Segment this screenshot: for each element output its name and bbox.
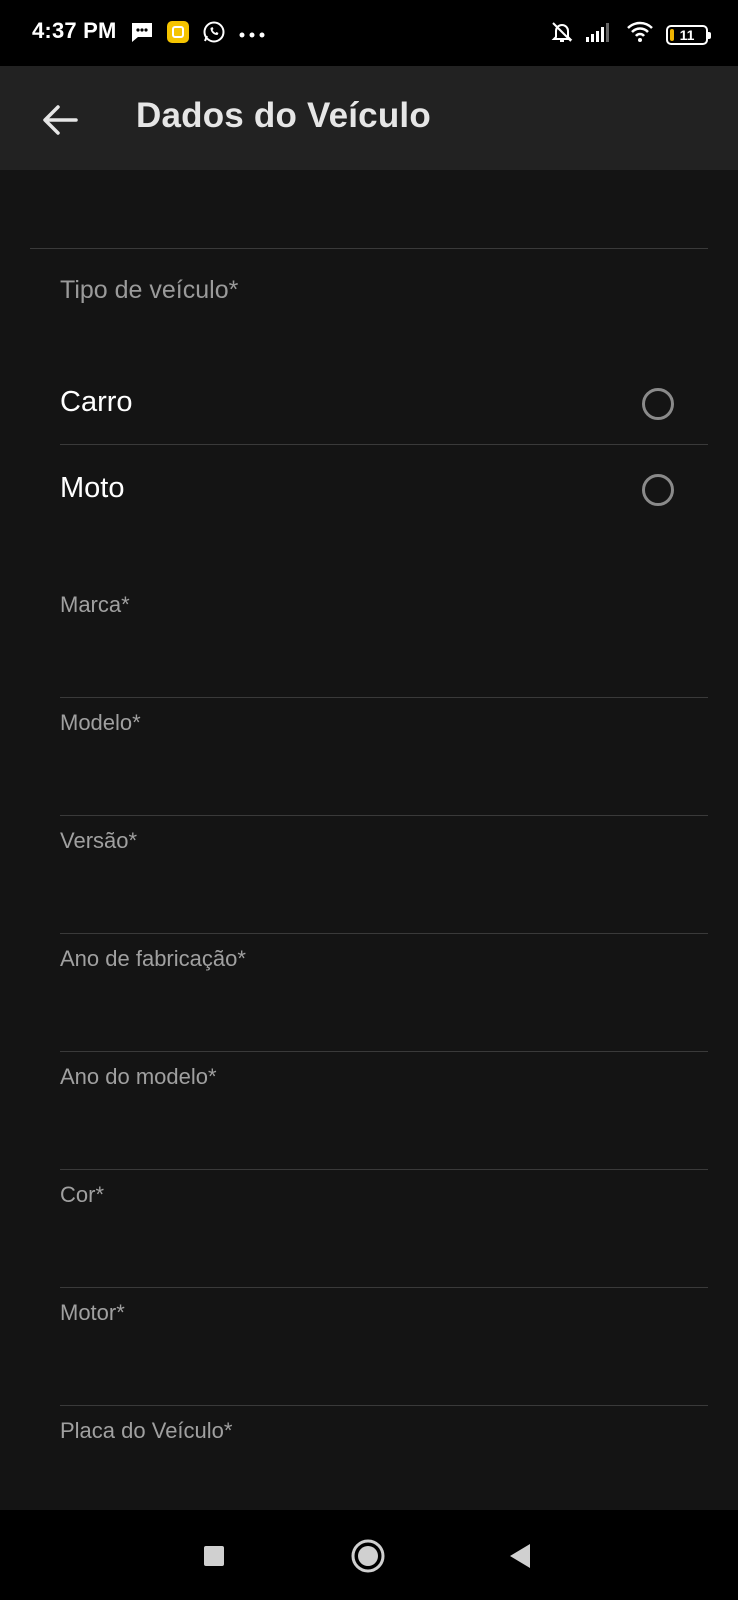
field-label: Ano de fabricação*	[60, 946, 246, 971]
radio-button[interactable]	[642, 388, 674, 420]
radio-label: Carro	[60, 386, 133, 418]
notification-icons	[130, 20, 266, 49]
app-bar: Dados do Veículo	[0, 66, 738, 170]
battery-icon: 11	[666, 24, 711, 45]
arrow-left-icon	[36, 105, 84, 148]
back-button[interactable]	[36, 96, 84, 144]
marca-input[interactable]	[60, 630, 708, 686]
ano-fabricacao-input[interactable]	[60, 984, 708, 1040]
message-icon	[130, 21, 154, 48]
field-modelo[interactable]: Modelo*	[60, 698, 708, 816]
app-notification-icon	[166, 20, 190, 49]
field-label: Modelo*	[60, 710, 141, 735]
field-ano-fabricacao[interactable]: Ano de fabricação*	[60, 934, 708, 1052]
field-label: Motor*	[60, 1300, 125, 1325]
field-label: Ano do modelo*	[60, 1064, 217, 1089]
divider	[60, 444, 708, 445]
more-dots-icon	[238, 26, 266, 44]
status-bar: 4:37 PM 11	[0, 0, 738, 66]
page-title: Dados do Veículo	[136, 96, 431, 135]
field-label: Cor*	[60, 1182, 105, 1207]
field-placa[interactable]: Placa do Veículo*	[60, 1406, 708, 1524]
whatsapp-icon	[202, 20, 226, 49]
field-label: Versão*	[60, 828, 138, 853]
radio-button[interactable]	[642, 474, 674, 506]
field-cor[interactable]: Cor*	[60, 1170, 708, 1288]
field-versao[interactable]: Versão*	[60, 816, 708, 934]
ano-modelo-input[interactable]	[60, 1102, 708, 1158]
radio-option-moto[interactable]: Moto	[60, 448, 708, 528]
home-button[interactable]	[344, 1532, 392, 1580]
field-marca[interactable]: Marca*	[60, 580, 708, 698]
status-time: 4:37 PM	[32, 18, 117, 43]
radio-option-carro[interactable]: Carro	[60, 362, 708, 442]
field-motor[interactable]: Motor*	[60, 1288, 708, 1406]
bell-off-icon	[550, 20, 574, 49]
signal-icon	[586, 22, 614, 47]
radio-label: Moto	[60, 472, 125, 504]
recent-apps-icon	[190, 1546, 238, 1584]
motor-input[interactable]	[60, 1338, 708, 1394]
divider	[30, 248, 708, 249]
modelo-input[interactable]	[60, 748, 708, 804]
placa-input[interactable]	[60, 1456, 708, 1512]
recent-apps-button[interactable]	[190, 1532, 238, 1580]
nav-back-button[interactable]	[496, 1532, 544, 1580]
back-triangle-icon	[496, 1544, 544, 1584]
wifi-icon	[626, 21, 654, 48]
system-icons: 11	[550, 20, 711, 49]
battery-level: 11	[679, 26, 695, 43]
field-label: Marca*	[60, 592, 130, 617]
field-label: Placa do Veículo*	[60, 1418, 233, 1443]
versao-input[interactable]	[60, 866, 708, 922]
field-ano-modelo[interactable]: Ano do modelo*	[60, 1052, 708, 1170]
vehicle-type-label: Tipo de veículo*	[60, 276, 239, 304]
system-nav-bar	[0, 1510, 738, 1600]
home-icon	[344, 1539, 392, 1584]
cor-input[interactable]	[60, 1220, 708, 1276]
